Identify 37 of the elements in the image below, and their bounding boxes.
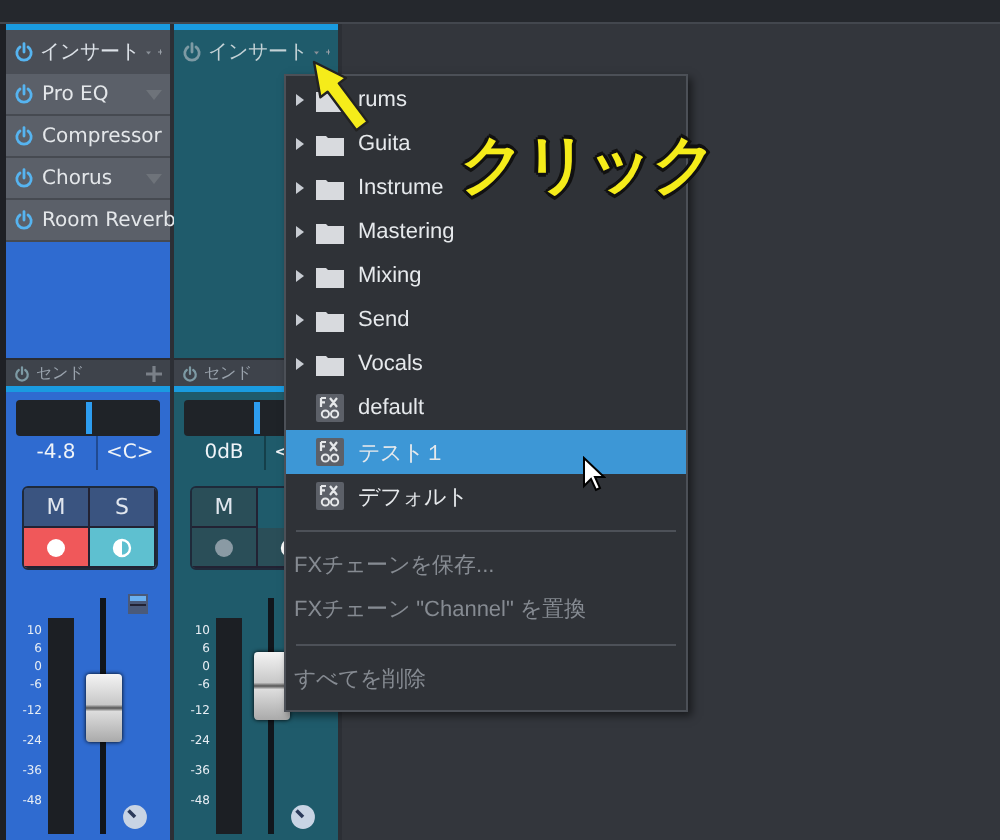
menu-label: default <box>358 396 425 420</box>
plugin-name: Compressor <box>42 125 162 147</box>
menu-item[interactable]: Guita <box>286 122 415 166</box>
mute-button[interactable]: M <box>192 488 258 528</box>
volume-readout: 0dB <box>202 440 246 468</box>
menu-item[interactable]: デフォルト <box>286 474 472 518</box>
plugin-name: Pro EQ <box>42 83 109 105</box>
plugin-name: Chorus <box>42 167 113 189</box>
menu-label: Vocals <box>358 352 423 376</box>
menu-item[interactable]: Mixing <box>286 254 426 298</box>
insert-slot[interactable]: Pro EQ <box>6 74 170 116</box>
pan-readout: <C> <box>96 436 160 470</box>
solo-button[interactable]: S <box>90 488 156 528</box>
menu-item[interactable]: Send <box>286 298 414 342</box>
menu-label: Instrume <box>358 176 444 200</box>
menu-item[interactable]: default <box>286 386 429 430</box>
insert-slot[interactable]: Room Reverb <box>6 200 170 242</box>
menu-label: Send <box>358 308 410 332</box>
plugin-name: Room Reverb <box>42 209 176 231</box>
mute-button[interactable]: M <box>24 488 90 528</box>
menu-label: デフォルト <box>358 483 468 511</box>
send-label: センド <box>36 362 84 386</box>
menu-item[interactable]: Mastering <box>286 210 459 254</box>
menu-label: Mastering <box>358 220 455 244</box>
menu-item[interactable]: Instrume <box>286 166 448 210</box>
menu-label: テスト１ <box>358 439 446 467</box>
insert-label: インサート <box>40 40 140 66</box>
menu-label: Mixing <box>358 264 422 288</box>
insert-slot[interactable]: Chorus <box>6 158 170 200</box>
menu-label: rums <box>358 88 407 112</box>
insert-label: インサート <box>208 40 308 66</box>
menu-label: Guita <box>358 132 411 156</box>
callout-text: クリック <box>460 124 716 204</box>
volume-readout: -4.8 <box>34 440 78 468</box>
insert-slot[interactable]: Compressor <box>6 116 170 158</box>
send-label: センド <box>204 362 252 386</box>
menu-item[interactable]: Vocals <box>286 342 427 386</box>
